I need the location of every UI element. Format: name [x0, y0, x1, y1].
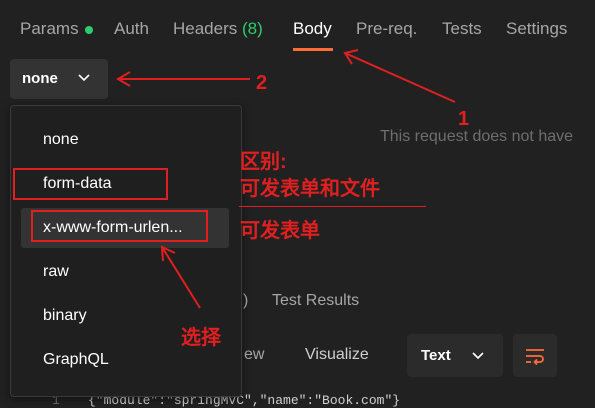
annotation-arrows [116, 49, 456, 309]
arrow-to-urlencoded [161, 246, 201, 309]
arrow-1-to-body-tab [344, 52, 456, 103]
